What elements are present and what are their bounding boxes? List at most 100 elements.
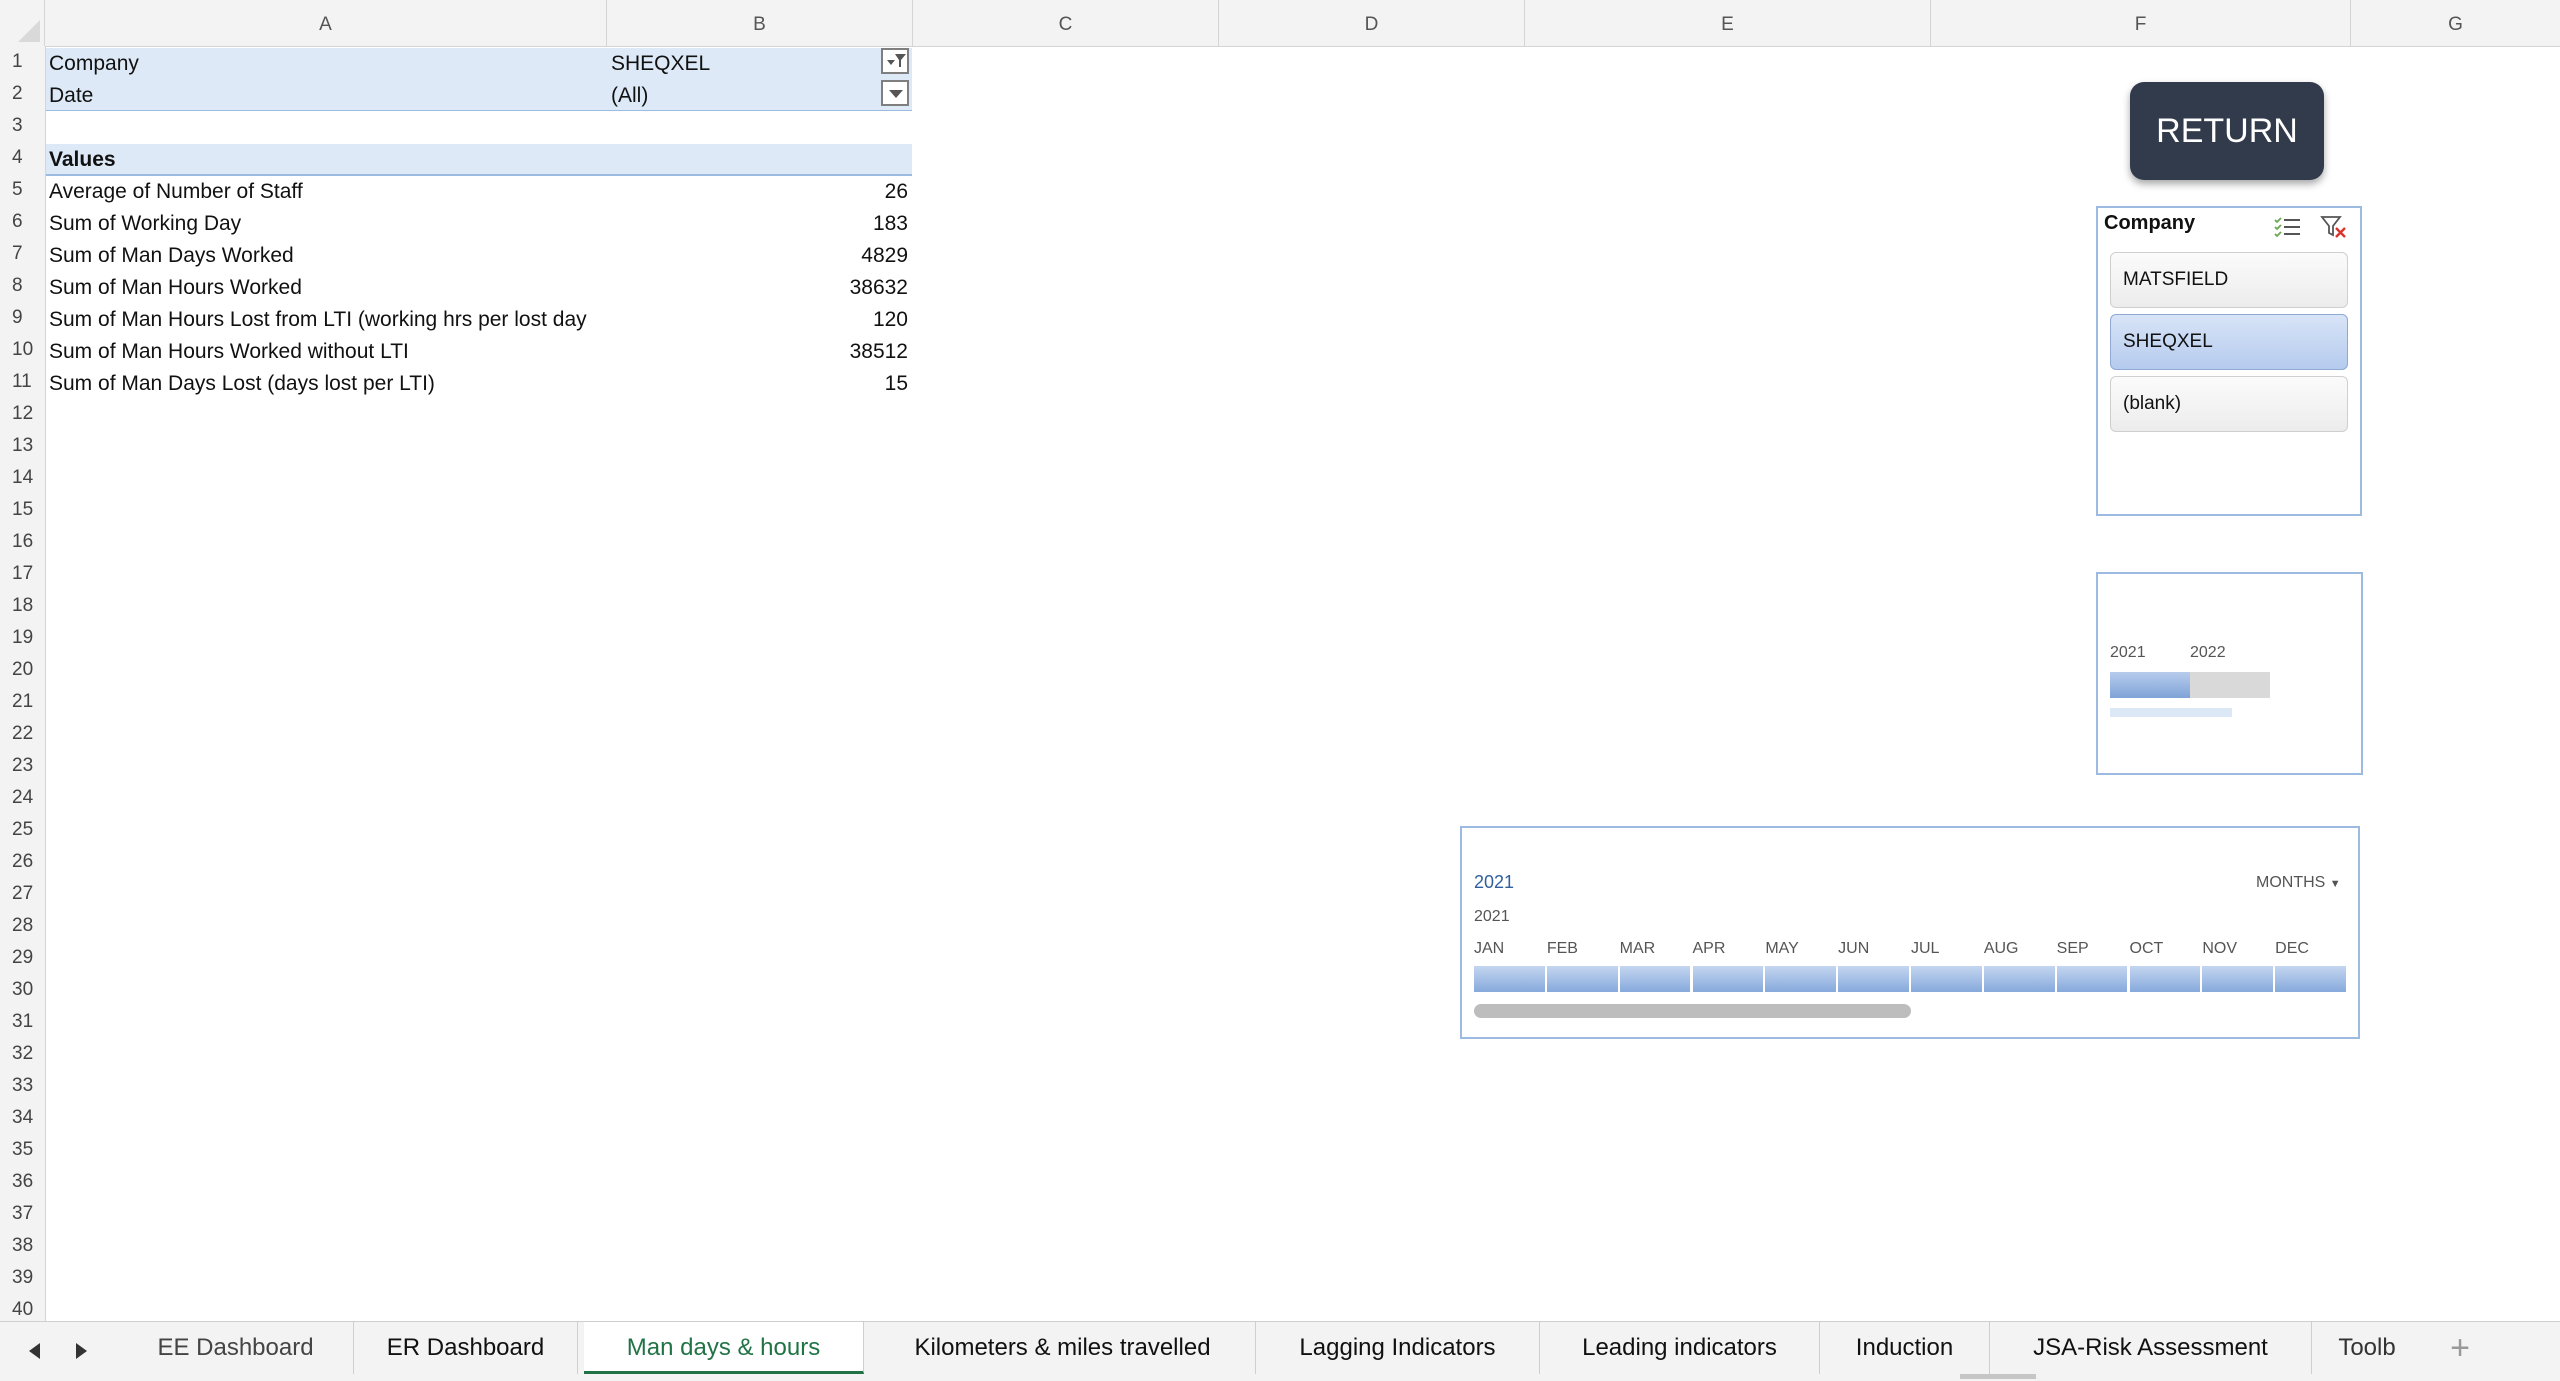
timeline-month-label: AUG bbox=[1983, 940, 2019, 957]
values-header: Values bbox=[49, 148, 116, 171]
column-header-e[interactable]: E bbox=[1525, 0, 1931, 46]
row-header[interactable]: 38 bbox=[0, 1229, 45, 1261]
row-header[interactable]: 14 bbox=[0, 461, 45, 493]
tab-man-days-hours[interactable]: Man days & hours bbox=[584, 1322, 864, 1374]
clear-filter-icon[interactable] bbox=[2320, 214, 2348, 240]
row-header[interactable]: 5 bbox=[0, 173, 45, 205]
select-all-corner[interactable] bbox=[0, 0, 45, 46]
row-header[interactable]: 16 bbox=[0, 525, 45, 557]
column-header-g[interactable]: G bbox=[2351, 0, 2560, 46]
timeline-month-bar[interactable] bbox=[1838, 966, 1909, 992]
timeline-month-bar[interactable] bbox=[2275, 966, 2346, 992]
column-header-d[interactable]: D bbox=[1219, 0, 1525, 46]
row-header[interactable]: 17 bbox=[0, 557, 45, 589]
row-header[interactable]: 39 bbox=[0, 1261, 45, 1293]
row-header[interactable]: 12 bbox=[0, 397, 45, 429]
row-header[interactable]: 26 bbox=[0, 845, 45, 877]
timeline-month-bar[interactable] bbox=[1474, 966, 1545, 992]
tab-er-dashboard[interactable]: ER Dashboard bbox=[354, 1322, 578, 1374]
tab-toolbox[interactable]: Toolb bbox=[2312, 1322, 2422, 1374]
row-header[interactable]: 18 bbox=[0, 589, 45, 621]
tab-leading-indicators[interactable]: Leading indicators bbox=[1540, 1322, 1820, 1374]
row-header[interactable]: 1 bbox=[0, 45, 45, 77]
tab-kilometers-miles[interactable]: Kilometers & miles travelled bbox=[870, 1322, 1256, 1374]
timeline-year-track[interactable] bbox=[2110, 672, 2270, 698]
scroll-tabs-right-icon[interactable] bbox=[70, 1340, 92, 1362]
row-header[interactable]: 3 bbox=[0, 109, 45, 141]
row-header[interactable]: 27 bbox=[0, 877, 45, 909]
row-header[interactable]: 11 bbox=[0, 365, 45, 397]
timeline-month-label: OCT bbox=[2129, 940, 2164, 957]
column-header-f[interactable]: F bbox=[1931, 0, 2351, 46]
multi-select-icon[interactable] bbox=[2272, 214, 2302, 240]
filter-label-company: Company bbox=[49, 52, 139, 75]
filter-dropdown-button[interactable] bbox=[881, 80, 909, 106]
timeline-month-bar[interactable] bbox=[1692, 966, 1764, 992]
month-timeline: 2021 MONTHS ▼ 2021 JAN FEB MAR APR MAY JUN JUL… bbox=[1460, 826, 2360, 1039]
timeline-year-selection[interactable] bbox=[2110, 672, 2190, 698]
timeline-month-bar[interactable] bbox=[1983, 966, 2055, 992]
filter-value-date[interactable]: (All) bbox=[611, 80, 871, 112]
row-header[interactable]: 8 bbox=[0, 269, 45, 301]
row-header[interactable]: 6 bbox=[0, 205, 45, 237]
row-header[interactable]: 7 bbox=[0, 237, 45, 269]
slicer-item-blank[interactable]: (blank) bbox=[2110, 376, 2348, 432]
company-slicer: Company MATSFIELD SHEQXEL (blank) bbox=[2096, 206, 2362, 516]
timeline-month-bar[interactable] bbox=[2129, 966, 2201, 992]
row-header[interactable]: 32 bbox=[0, 1037, 45, 1069]
row-header[interactable]: 22 bbox=[0, 717, 45, 749]
timeline-scroll-track[interactable] bbox=[1474, 1004, 2348, 1018]
filter-value-company[interactable]: SHEQXEL bbox=[611, 48, 871, 80]
row-header[interactable]: 33 bbox=[0, 1069, 45, 1101]
timeline-month-bar[interactable] bbox=[2056, 966, 2128, 992]
row-header[interactable]: 35 bbox=[0, 1133, 45, 1165]
row-header[interactable]: 21 bbox=[0, 685, 45, 717]
row-header[interactable]: 4 bbox=[0, 141, 45, 173]
filter-active-dropdown-button[interactable] bbox=[881, 48, 909, 74]
timeline-scrollbar[interactable] bbox=[2110, 708, 2232, 717]
row-header[interactable]: 36 bbox=[0, 1165, 45, 1197]
tab-lagging-indicators[interactable]: Lagging Indicators bbox=[1256, 1322, 1540, 1374]
slicer-title: Company bbox=[2104, 212, 2196, 234]
add-sheet-button[interactable]: + bbox=[2440, 1330, 2480, 1370]
row-header[interactable]: 20 bbox=[0, 653, 45, 685]
timeline-month-bar[interactable] bbox=[1619, 966, 1691, 992]
row-header[interactable]: 19 bbox=[0, 621, 45, 653]
timeline-month-bar[interactable] bbox=[1546, 966, 1618, 992]
scroll-tabs-left-icon[interactable] bbox=[24, 1340, 46, 1362]
slicer-item-matsfield[interactable]: MATSFIELD bbox=[2110, 252, 2348, 308]
slicer-item-sheqxel[interactable]: SHEQXEL bbox=[2110, 314, 2348, 370]
timeline-month-bar[interactable] bbox=[2202, 966, 2274, 992]
column-header-c[interactable]: C bbox=[913, 0, 1219, 46]
timeline-level-selector[interactable]: MONTHS ▼ bbox=[2256, 874, 2341, 892]
row-header[interactable]: 24 bbox=[0, 781, 45, 813]
row-header[interactable]: 23 bbox=[0, 749, 45, 781]
timeline-scroll-thumb[interactable] bbox=[1474, 1004, 1911, 1018]
column-header-a[interactable]: A bbox=[45, 0, 607, 46]
year-timeline: 2021 2022 bbox=[2096, 572, 2363, 775]
row-header[interactable]: 10 bbox=[0, 333, 45, 365]
column-header-b[interactable]: B bbox=[607, 0, 913, 46]
row-header[interactable]: 29 bbox=[0, 941, 45, 973]
row-header[interactable]: 25 bbox=[0, 813, 45, 845]
row-header[interactable]: 13 bbox=[0, 429, 45, 461]
row-header[interactable]: 30 bbox=[0, 973, 45, 1005]
tab-ee-dashboard[interactable]: EE Dashboard bbox=[118, 1322, 354, 1374]
horizontal-scrollbar[interactable] bbox=[1960, 1374, 2036, 1379]
timeline-range-label: 2021 bbox=[1474, 872, 1515, 892]
row-header[interactable]: 31 bbox=[0, 1005, 45, 1037]
row-header[interactable]: 2 bbox=[0, 77, 45, 109]
row-header[interactable]: 9 bbox=[0, 301, 45, 333]
row-header[interactable]: 34 bbox=[0, 1101, 45, 1133]
pivot-row-value: 120 bbox=[872, 308, 908, 331]
caret-down-icon: ▼ bbox=[2329, 878, 2341, 890]
timeline-month-bar[interactable] bbox=[1911, 966, 1982, 992]
timeline-month-bar[interactable] bbox=[1765, 966, 1837, 992]
return-button[interactable]: RETURN bbox=[2130, 82, 2324, 180]
timeline-month-bars[interactable] bbox=[1474, 966, 2348, 992]
tab-induction[interactable]: Induction bbox=[1820, 1322, 1990, 1374]
row-header[interactable]: 15 bbox=[0, 493, 45, 525]
tab-jsa-risk-assessment[interactable]: JSA-Risk Assessment bbox=[1990, 1322, 2312, 1374]
row-header[interactable]: 28 bbox=[0, 909, 45, 941]
row-header[interactable]: 37 bbox=[0, 1197, 45, 1229]
